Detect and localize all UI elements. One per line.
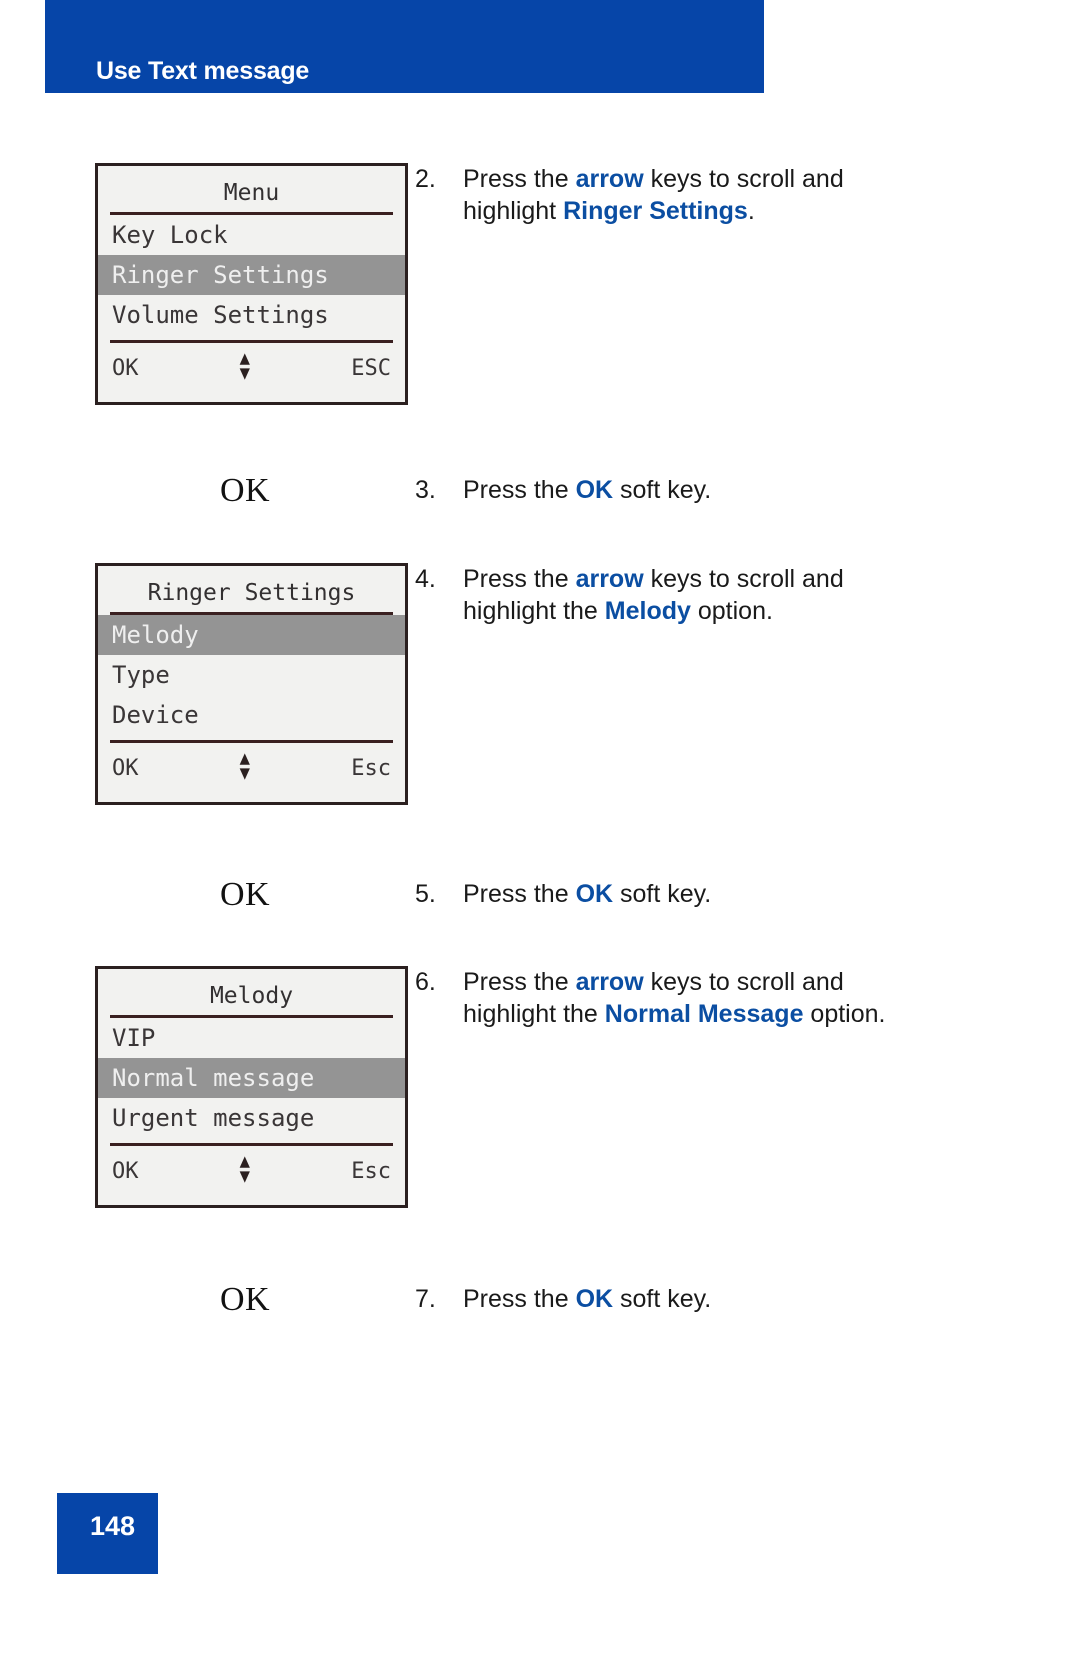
softkey-ok-graphic-1[interactable]: OK	[220, 472, 270, 510]
step-5-part-0: Press the	[463, 880, 576, 908]
step-3-number: 3.	[415, 476, 436, 504]
ringer-settings-screen-list: Melody Type Device	[98, 615, 405, 735]
step-2-part-4: .	[747, 197, 755, 225]
step-5-number: 5.	[415, 880, 436, 908]
step-6-part-3: Normal Message	[604, 1000, 804, 1028]
menu-screen: Menu Key Lock Ringer Settings Volume Set…	[95, 163, 408, 405]
step-2-part-3: Ringer Settings	[563, 197, 748, 225]
list-item[interactable]: Normal message	[98, 1058, 405, 1098]
step-6: 6. Press the arrow keys to scroll and hi…	[415, 966, 935, 1030]
list-item[interactable]: Type	[98, 655, 405, 695]
step-7-number: 7.	[415, 1285, 436, 1313]
softkey-ok-label[interactable]: OK	[112, 756, 139, 781]
step-2-number: 2.	[415, 165, 436, 193]
softkey-esc-label[interactable]: ESC	[351, 356, 391, 381]
step-2-part-0: Press the	[463, 165, 576, 193]
ringer-settings-screen-footer: OK ▲ ▼ Esc	[98, 743, 405, 785]
step-4-part-3: Melody	[604, 597, 691, 625]
list-item[interactable]: Key Lock	[98, 215, 405, 255]
step-7-part-2: soft key.	[613, 1285, 712, 1313]
step-6-part-1: arrow	[575, 968, 644, 996]
step-5-part-1: OK	[575, 880, 614, 908]
ringer-settings-screen: Ringer Settings Melody Type Device OK ▲ ▼…	[95, 563, 408, 805]
softkey-ok-label[interactable]: OK	[112, 1159, 139, 1184]
step-4-part-1: arrow	[575, 565, 644, 593]
softkey-ok-graphic-3[interactable]: OK	[220, 1281, 270, 1319]
page-number: 148	[90, 1511, 136, 1541]
step-7-part-1: OK	[575, 1285, 614, 1313]
softkey-esc-label[interactable]: Esc	[351, 756, 391, 781]
step-6-part-0: Press the	[463, 968, 576, 996]
step-6-text: Press the arrow keys to scroll and highl…	[463, 966, 935, 1030]
step-5: 5. Press the OK soft key.	[415, 878, 915, 910]
softkey-esc-label[interactable]: Esc	[351, 1159, 391, 1184]
melody-screen-list: VIP Normal message Urgent message	[98, 1018, 405, 1138]
list-item[interactable]: Device	[98, 695, 405, 735]
step-2-part-1: arrow	[575, 165, 644, 193]
softkey-ok-graphic-2[interactable]: OK	[220, 876, 270, 914]
step-4-part-4: option.	[690, 597, 773, 625]
step-3-part-2: soft key.	[613, 476, 712, 504]
step-7: 7. Press the OK soft key.	[415, 1283, 915, 1315]
step-3: 3. Press the OK soft key.	[415, 474, 915, 506]
step-7-text: Press the OK soft key.	[463, 1283, 711, 1315]
step-4: 4. Press the arrow keys to scroll and hi…	[415, 563, 915, 627]
list-item[interactable]: Melody	[98, 615, 405, 655]
page-title: Use Text message	[96, 57, 310, 85]
melody-screen: Melody VIP Normal message Urgent message…	[95, 966, 408, 1208]
step-3-part-0: Press the	[463, 476, 576, 504]
step-5-text: Press the OK soft key.	[463, 878, 711, 910]
step-7-part-0: Press the	[463, 1285, 576, 1313]
step-5-part-2: soft key.	[613, 880, 712, 908]
step-3-text: Press the OK soft key.	[463, 474, 711, 506]
list-item[interactable]: VIP	[98, 1018, 405, 1058]
menu-screen-list: Key Lock Ringer Settings Volume Settings	[98, 215, 405, 335]
list-item[interactable]: Volume Settings	[98, 295, 405, 335]
ringer-settings-screen-title: Ringer Settings	[147, 580, 356, 606]
step-6-part-4: option.	[803, 1000, 886, 1028]
up-down-arrow-icon: ▲ ▼	[239, 1150, 251, 1188]
step-4-number: 4.	[415, 565, 436, 593]
list-item[interactable]: Ringer Settings	[98, 255, 405, 295]
step-6-number: 6.	[415, 968, 436, 996]
melody-screen-footer: OK ▲ ▼ Esc	[98, 1146, 405, 1188]
step-2: 2. Press the arrow keys to scroll and hi…	[415, 163, 915, 227]
step-2-text: Press the arrow keys to scroll and highl…	[463, 163, 915, 227]
step-3-part-1: OK	[575, 476, 614, 504]
menu-screen-footer: OK ▲ ▼ ESC	[98, 343, 405, 385]
up-down-arrow-icon: ▲ ▼	[239, 747, 251, 785]
step-4-part-0: Press the	[463, 565, 576, 593]
step-4-text: Press the arrow keys to scroll and highl…	[463, 563, 915, 627]
menu-screen-title: Menu	[223, 180, 280, 206]
list-item[interactable]: Urgent message	[98, 1098, 405, 1138]
softkey-ok-label[interactable]: OK	[112, 356, 139, 381]
up-down-arrow-icon: ▲ ▼	[239, 347, 251, 385]
melody-screen-title: Melody	[209, 983, 294, 1009]
